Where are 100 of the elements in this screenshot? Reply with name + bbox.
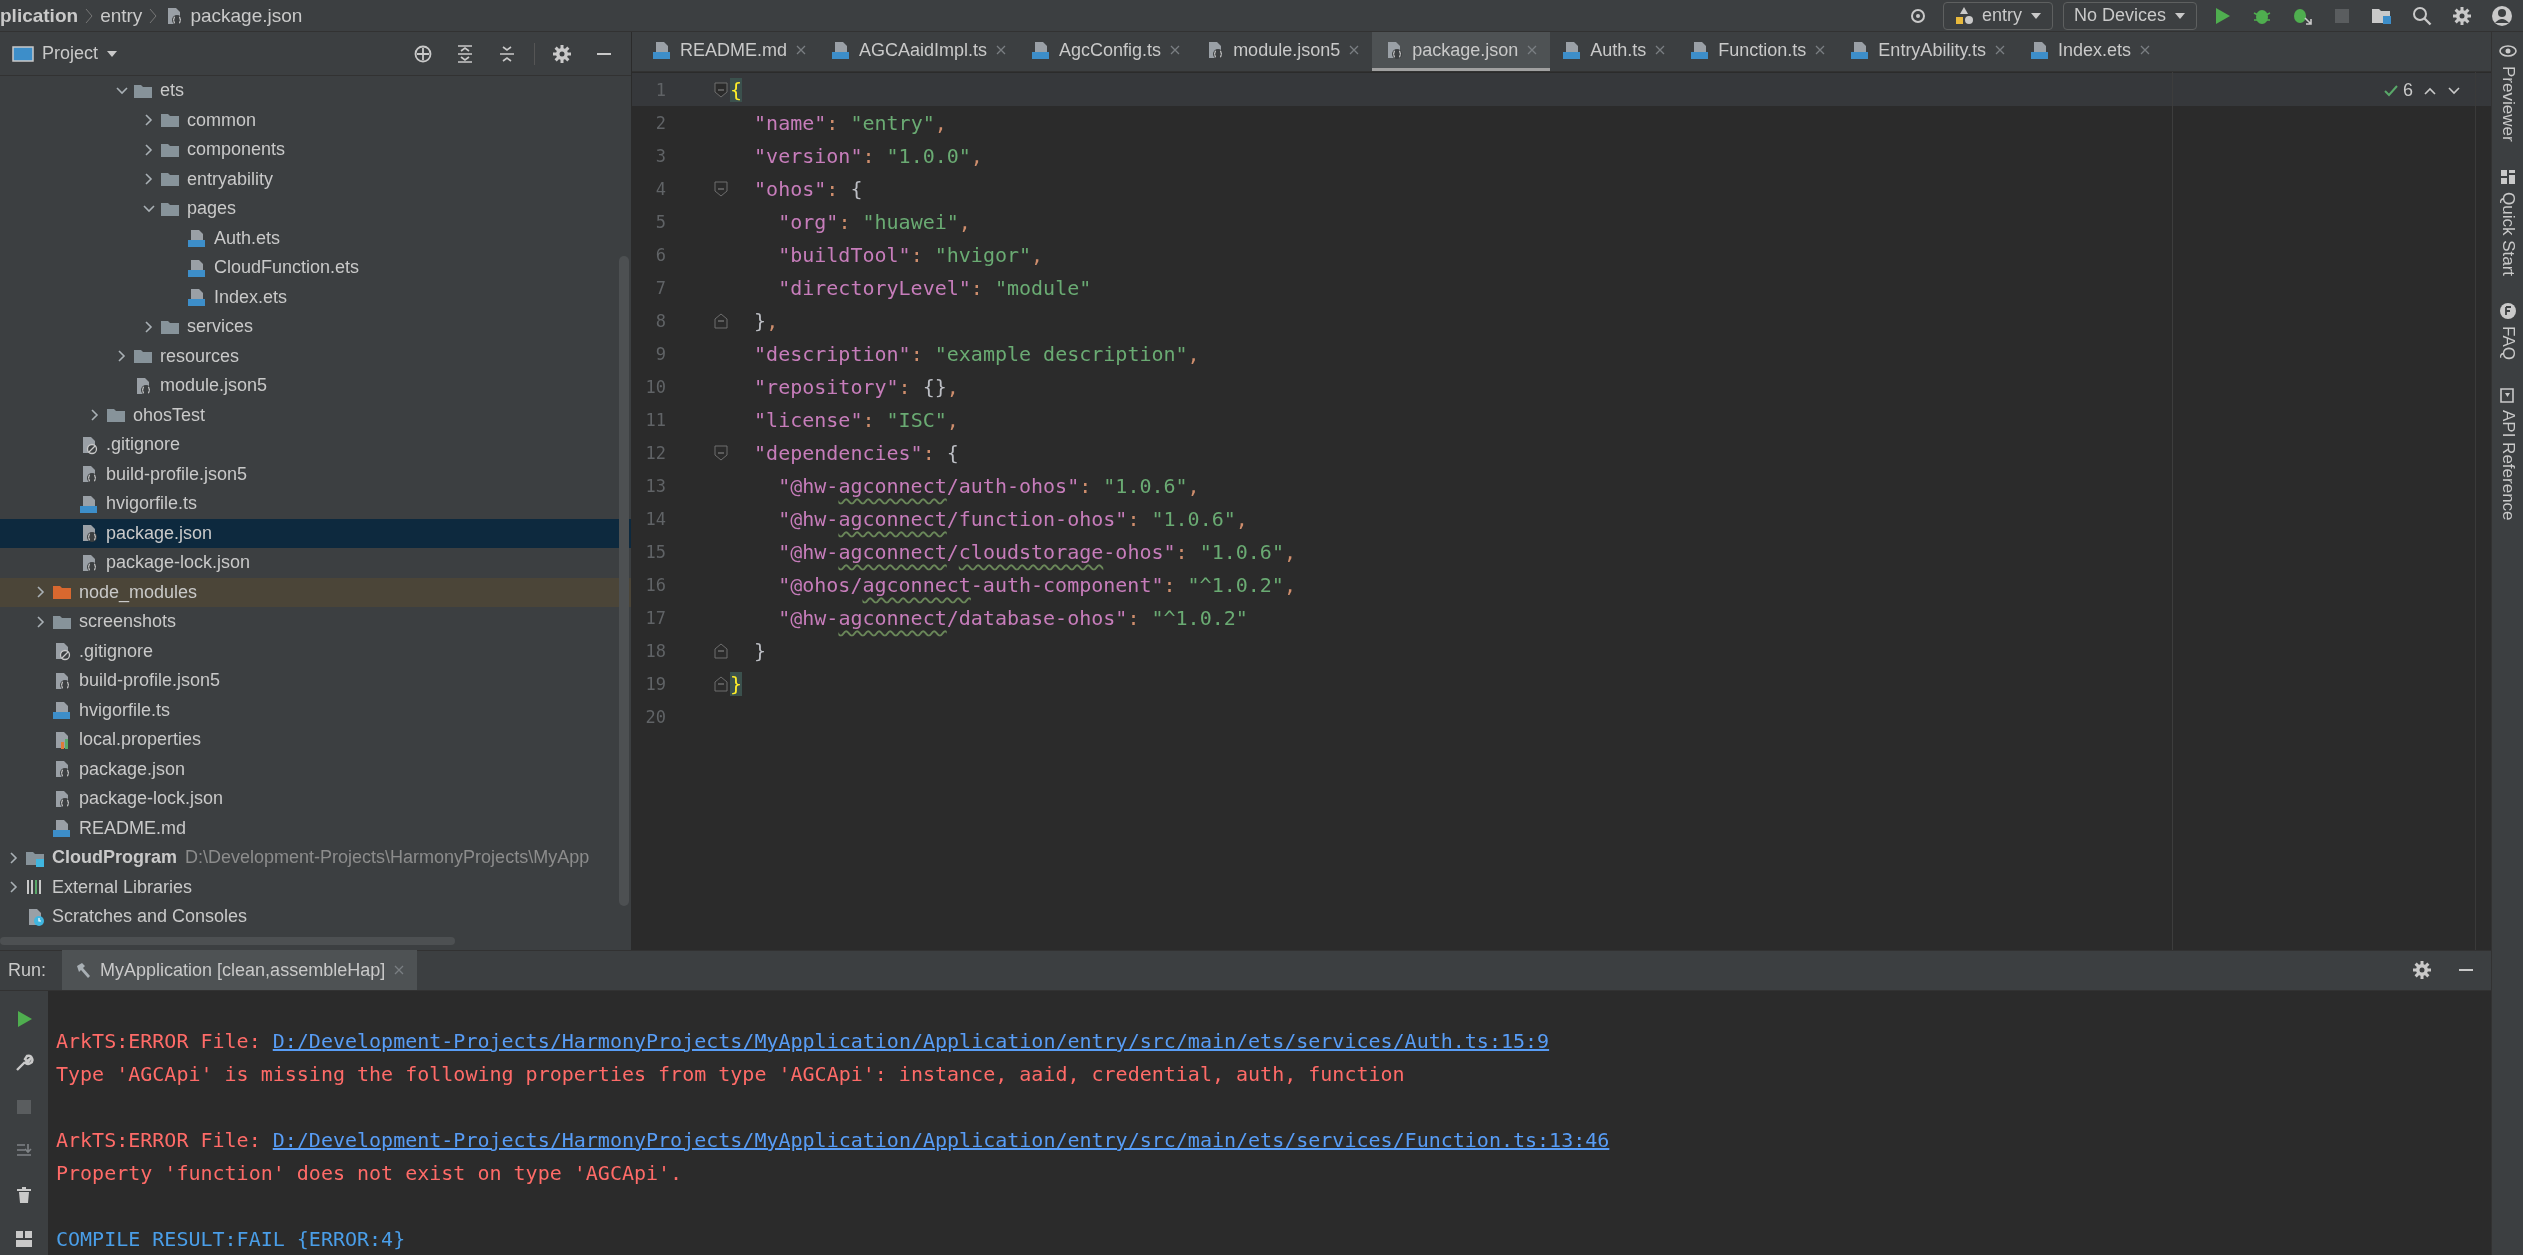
line-number: 13 <box>644 475 666 496</box>
tree-item[interactable]: CloudProgram D:\Development-Projects\HarmonyProjects\MyApp <box>0 843 631 873</box>
tree-item[interactable]: Index.ets <box>0 282 631 312</box>
config-dropdown[interactable]: entry <box>1942 1 2053 30</box>
tab-label: AGCAaidImpl.ts <box>859 39 988 61</box>
close-icon[interactable] <box>1994 44 2007 56</box>
editor-tab[interactable]: README.md <box>640 32 819 71</box>
script-file-icon <box>1031 40 1052 60</box>
tree-item[interactable]: node_modules <box>0 577 631 607</box>
code-line: "repository": {}, <box>753 374 959 399</box>
breadcrumb-item[interactable]: plication <box>0 4 79 27</box>
tree-item[interactable]: services <box>0 312 631 342</box>
tree-item[interactable]: entryability <box>0 164 631 194</box>
editor-tab[interactable]: Auth.ts <box>1550 32 1679 71</box>
tree-item[interactable]: ohosTest <box>0 400 631 430</box>
shapes-icon <box>1953 5 1974 26</box>
code-line: }, <box>753 308 779 333</box>
module-path: D:\Development-Projects\HarmonyProjects\MyApp <box>185 847 590 869</box>
tree-item[interactable]: package.json <box>0 518 631 548</box>
tree-item[interactable]: External Libraries <box>0 872 631 902</box>
scrollbar[interactable] <box>619 256 629 906</box>
tree-item[interactable]: CloudFunction.ets <box>0 253 631 283</box>
eye-icon <box>2498 42 2517 60</box>
line-number: 2 <box>654 112 666 133</box>
compile-result: COMPILE RESULT:FAIL {ERROR:4} <box>56 1226 407 1253</box>
script-file-icon <box>187 228 207 249</box>
code-line: } <box>753 638 767 663</box>
editor-tab[interactable]: Index.ets <box>2018 32 2164 71</box>
side-tool-button[interactable]: Quick Start <box>2497 167 2518 276</box>
code-line: "org": "huawei", <box>777 209 971 234</box>
file-link[interactable]: D:/Development-Projects/HarmonyProjects/MyApplication/Application/entry/src/main/ets/services/Function.ts:13:46 <box>272 1128 1610 1152</box>
tree-item[interactable]: ets <box>0 76 631 106</box>
error-message: Type 'AGCApi' is missing the following properties from type 'AGCApi': instance, aaid, credential, auth, function <box>56 1062 1405 1086</box>
run-title: Run: <box>8 959 47 981</box>
editor-tab[interactable]: AgcConfig.ts <box>1019 32 1194 71</box>
line-number: 15 <box>644 541 666 562</box>
close-icon[interactable] <box>1814 44 1827 56</box>
editor-tab[interactable]: EntryAbility.ts <box>1838 32 2019 71</box>
line-number: 7 <box>654 277 666 298</box>
breadcrumb-item[interactable]: package.json <box>190 4 303 27</box>
tree-item[interactable]: .gitignore <box>0 430 631 460</box>
tree-item[interactable]: README.md <box>0 813 631 843</box>
close-icon[interactable] <box>1654 44 1667 56</box>
breadcrumb-item[interactable]: entry <box>100 4 143 27</box>
hammer-icon <box>74 961 93 979</box>
close-icon[interactable] <box>1348 44 1361 56</box>
tree-item[interactable]: package-lock.json <box>0 784 631 814</box>
close-icon[interactable] <box>995 44 1008 56</box>
tree-item[interactable]: hvigorfile.ts <box>0 695 631 725</box>
tab-label: Function.ts <box>1718 39 1807 61</box>
project-view-dropdown[interactable]: Project <box>12 43 119 64</box>
tree-item[interactable]: module.json5 <box>0 371 631 401</box>
code-line: "buildTool": "hvigor", <box>777 242 1044 267</box>
line-number: 19 <box>644 673 666 694</box>
run-tab[interactable]: MyApplication [clean,assembleHap] <box>62 950 418 990</box>
close-icon[interactable] <box>795 44 807 56</box>
tree-item[interactable]: local.properties <box>0 725 631 755</box>
tree-item[interactable]: screenshots <box>0 607 631 637</box>
script-file-icon <box>1562 40 1583 60</box>
tree-item[interactable]: components <box>0 135 631 165</box>
book-icon <box>2498 385 2517 404</box>
side-tool-button[interactable]: API Reference <box>2497 385 2518 521</box>
tab-label: README.md <box>680 39 787 61</box>
tree-item[interactable]: resources <box>0 341 631 371</box>
editor-tab[interactable]: module.json5 <box>1193 32 1373 71</box>
tab-label: Auth.ts <box>1590 39 1647 61</box>
line-number: 11 <box>644 409 666 430</box>
grid-icon <box>2498 167 2517 186</box>
line-number: 6 <box>654 244 666 265</box>
tree-item[interactable]: pages <box>0 194 631 224</box>
tab-label: AgcConfig.ts <box>1059 39 1162 61</box>
side-tool-button[interactable]: Previewer <box>2497 42 2518 142</box>
code-line: "directoryLevel": "module" <box>777 275 1092 300</box>
line-number: 12 <box>644 442 666 463</box>
script-file-icon <box>831 40 851 60</box>
tree-item[interactable]: package.json <box>0 754 631 784</box>
line-number: 14 <box>644 508 666 529</box>
line-number: 10 <box>644 376 666 397</box>
script-file-icon <box>652 40 672 60</box>
device-dropdown[interactable]: No Devices <box>2062 1 2197 30</box>
editor-tab[interactable]: package.json <box>1372 32 1551 71</box>
editor-tab[interactable]: Function.ts <box>1678 32 1839 71</box>
inspection-count[interactable]: 6 <box>2383 80 2413 101</box>
code-line: "@hw-agconnect/auth-ohos": "1.0.6", <box>777 473 1200 498</box>
tree-item[interactable]: build-profile.json5 <box>0 459 631 489</box>
file-link[interactable]: D:/Development-Projects/HarmonyProjects/MyApplication/Application/entry/src/main/ets/services/Auth.ts:15:9 <box>272 1029 1550 1053</box>
tree-item[interactable]: build-profile.json5 <box>0 666 631 696</box>
side-tool-button[interactable]: FAQ <box>2497 301 2518 360</box>
close-icon[interactable] <box>2139 44 2152 56</box>
code-line: "@hw-agconnect/cloudstorage-ohos": "1.0.6", <box>777 539 1296 564</box>
tree-item[interactable]: .gitignore <box>0 636 631 666</box>
tree-item[interactable]: Auth.ets <box>0 223 631 253</box>
tree-item[interactable]: hvigorfile.ts <box>0 489 631 519</box>
script-file-icon <box>79 493 99 514</box>
editor-tab[interactable]: AGCAaidImpl.ts <box>819 32 1020 71</box>
close-icon[interactable] <box>1169 44 1182 56</box>
tree-item[interactable]: package-lock.json <box>0 548 631 578</box>
script-file-icon <box>52 700 72 721</box>
tree-item[interactable]: common <box>0 105 631 135</box>
tree-item[interactable]: Scratches and Consoles <box>0 902 631 932</box>
